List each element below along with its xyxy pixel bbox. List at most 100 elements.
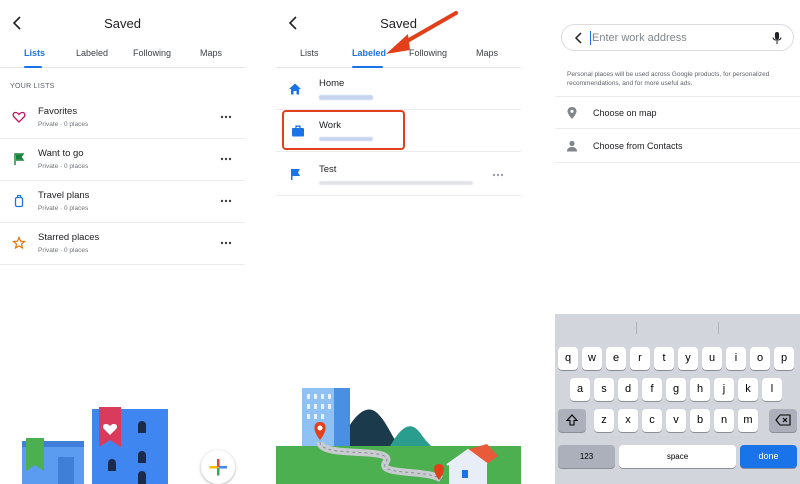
- saved-labeled-screen: Saved Lists Labeled Following Maps Home …: [276, 0, 521, 484]
- tab-bar: Lists Labeled Following Maps: [0, 44, 245, 68]
- blurred-address: [319, 96, 373, 100]
- heart-icon: [12, 111, 26, 123]
- tab-maps[interactable]: Maps: [200, 48, 222, 58]
- list-title: Want to go: [38, 148, 84, 159]
- key-y[interactable]: y: [678, 347, 698, 370]
- chevron-left-icon[interactable]: [572, 31, 586, 45]
- page-title: Saved: [104, 16, 141, 31]
- list-item-favorites[interactable]: Favorites Private · 0 places: [0, 97, 245, 139]
- microphone-icon[interactable]: [771, 31, 783, 45]
- key-a[interactable]: a: [570, 378, 590, 401]
- option-label: Choose from Contacts: [593, 141, 683, 151]
- list-title: Starred places: [38, 232, 100, 243]
- work-address-input[interactable]: [592, 30, 762, 46]
- key-w[interactable]: w: [582, 347, 602, 370]
- suitcase-icon: [14, 194, 24, 208]
- backspace-icon: [775, 414, 791, 426]
- more-options-icon[interactable]: [491, 168, 505, 182]
- key-f[interactable]: f: [642, 378, 662, 401]
- search-header: [555, 0, 800, 60]
- annotation-arrow-icon: [386, 11, 458, 54]
- choose-on-map-option[interactable]: Choose on map: [555, 96, 800, 129]
- list-subtitle: Private · 0 places: [38, 205, 89, 212]
- flag-icon: [14, 153, 25, 165]
- key-t[interactable]: t: [654, 347, 674, 370]
- key-x[interactable]: x: [618, 409, 638, 432]
- add-list-button[interactable]: [201, 450, 235, 484]
- top-bar: Saved: [0, 0, 245, 44]
- buildings-illustration: [22, 407, 168, 484]
- tab-maps[interactable]: Maps: [476, 48, 498, 58]
- work-highlight-box: [282, 110, 405, 150]
- more-options-icon[interactable]: [219, 152, 233, 166]
- tab-labeled[interactable]: Labeled: [76, 48, 108, 58]
- key-l[interactable]: l: [762, 378, 782, 401]
- key-n[interactable]: n: [714, 409, 734, 432]
- suggestion-divider: [718, 322, 719, 334]
- key-d[interactable]: d: [618, 378, 638, 401]
- tab-lists[interactable]: Lists: [24, 48, 45, 58]
- list-item-starred-places[interactable]: Starred places Private · 0 places: [0, 223, 245, 265]
- shift-icon: [565, 414, 579, 426]
- key-c[interactable]: c: [642, 409, 662, 432]
- key-z[interactable]: z: [594, 409, 614, 432]
- suggestion-bar: [555, 314, 800, 342]
- labeled-item-test[interactable]: Test: [276, 152, 521, 196]
- work-address-screen: Personal places will be used across Goog…: [555, 0, 800, 484]
- address-search-bar[interactable]: [561, 24, 794, 51]
- space-key[interactable]: space: [619, 445, 736, 468]
- onscreen-keyboard: q w e r t y u i o p a s d f g h j k l z …: [555, 314, 800, 484]
- list-title: Favorites: [38, 106, 78, 117]
- landscape-illustration: [276, 388, 521, 484]
- plus-icon: [209, 459, 227, 476]
- blurred-address: [319, 181, 473, 185]
- numbers-key[interactable]: 123: [558, 445, 615, 468]
- address-options: Personal places will be used across Goog…: [555, 60, 800, 314]
- saved-lists-screen: Saved Lists Labeled Following Maps YOUR …: [0, 0, 245, 484]
- tab-following[interactable]: Following: [133, 48, 171, 58]
- list-title: Travel plans: [38, 190, 90, 201]
- key-q[interactable]: q: [558, 347, 578, 370]
- person-icon: [567, 140, 577, 152]
- key-h[interactable]: h: [690, 378, 710, 401]
- choose-from-contacts-option[interactable]: Choose from Contacts: [555, 130, 800, 163]
- list-subtitle: Private · 0 places: [38, 163, 89, 170]
- more-options-icon[interactable]: [219, 194, 233, 208]
- home-icon: [289, 83, 301, 95]
- personal-places-note: Personal places will be used across Goog…: [567, 71, 770, 87]
- key-o[interactable]: o: [750, 347, 770, 370]
- shift-key[interactable]: [558, 409, 586, 432]
- star-icon: [12, 236, 26, 250]
- key-u[interactable]: u: [702, 347, 722, 370]
- section-header: YOUR LISTS: [10, 83, 55, 90]
- key-k[interactable]: k: [738, 378, 758, 401]
- key-p[interactable]: p: [774, 347, 794, 370]
- key-e[interactable]: e: [606, 347, 626, 370]
- place-label: Test: [319, 164, 337, 175]
- key-j[interactable]: j: [714, 378, 734, 401]
- key-r[interactable]: r: [630, 347, 650, 370]
- key-v[interactable]: v: [666, 409, 686, 432]
- suggestion-divider: [636, 322, 637, 334]
- key-m[interactable]: m: [738, 409, 758, 432]
- flag-icon: [291, 169, 300, 180]
- more-options-icon[interactable]: [219, 236, 233, 250]
- option-label: Choose on map: [593, 108, 657, 118]
- list-subtitle: Private · 0 places: [38, 247, 89, 254]
- labeled-item-home[interactable]: Home: [276, 68, 521, 110]
- tab-lists[interactable]: Lists: [300, 48, 319, 58]
- text-cursor: [590, 31, 591, 45]
- done-key[interactable]: done: [740, 445, 797, 468]
- place-label: Home: [319, 78, 345, 89]
- key-s[interactable]: s: [594, 378, 614, 401]
- map-pin-icon: [567, 107, 577, 119]
- list-item-travel-plans[interactable]: Travel plans Private · 0 places: [0, 181, 245, 223]
- active-tab-indicator: [24, 66, 42, 68]
- list-subtitle: Private · 0 places: [38, 121, 89, 128]
- more-options-icon[interactable]: [219, 110, 233, 124]
- key-b[interactable]: b: [690, 409, 710, 432]
- backspace-key[interactable]: [769, 409, 797, 432]
- list-item-want-to-go[interactable]: Want to go Private · 0 places: [0, 139, 245, 181]
- key-g[interactable]: g: [666, 378, 686, 401]
- key-i[interactable]: i: [726, 347, 746, 370]
